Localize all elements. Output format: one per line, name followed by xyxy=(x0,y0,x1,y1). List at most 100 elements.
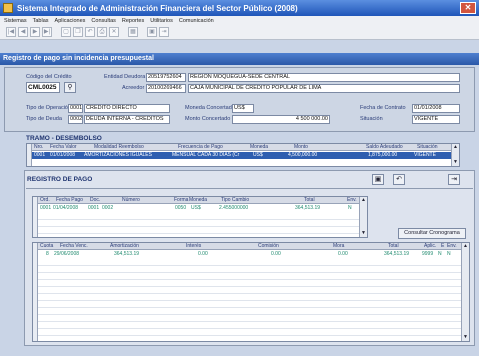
previous-record-button[interactable]: ◀ xyxy=(18,27,28,37)
tramo-col-moneda[interactable]: Moneda xyxy=(250,144,268,151)
delete-icon[interactable]: ✕ xyxy=(109,27,119,37)
situacion-label: Situación xyxy=(360,116,383,122)
pago-grid-header: Ord. Fecha Pago Doc. Número Forma Moneda… xyxy=(38,197,360,204)
tipo-deuda-code-field[interactable]: 0002 xyxy=(68,115,83,124)
cuota-cell-aplic: 9999 xyxy=(422,251,434,257)
tramo-col-monto[interactable]: Monto xyxy=(294,144,308,151)
search-credit-binoculars-icon[interactable]: ⚲ xyxy=(64,82,76,93)
entidad-deudora-name-field[interactable]: REGION MOQUEGUA-SEDE CENTRAL xyxy=(188,73,460,82)
cuota-cell-interes: 0.00 xyxy=(198,251,208,257)
consultar-cronograma-button[interactable]: Consultar Cronograma xyxy=(398,228,466,239)
new-document-icon[interactable]: ▢ xyxy=(61,27,71,37)
cuota-col-mora[interactable]: Mora xyxy=(333,243,344,250)
monto-concertado-field[interactable]: 4 500 000.00 xyxy=(232,115,330,124)
acreedor-label: Acreedor xyxy=(122,85,145,91)
pago-col-ord[interactable]: Ord. xyxy=(40,197,50,204)
undo-icon[interactable]: ↶ xyxy=(85,27,95,37)
menu-reportes[interactable]: Reportes xyxy=(122,18,144,24)
pago-col-moneda[interactable]: Moneda xyxy=(189,197,207,204)
scroll-down-arrow[interactable]: ▼ xyxy=(462,334,469,341)
cuota-col-comision[interactable]: Comisión xyxy=(258,243,279,250)
pago-cell-env: N xyxy=(348,205,352,211)
pago-col-doc[interactable]: Doc. xyxy=(90,197,100,204)
cuota-col-interes[interactable]: Interés xyxy=(186,243,201,250)
tramo-cell-saldo: 1,875,000.00 xyxy=(368,152,398,158)
tramo-col-frecuencia[interactable]: Frecuencia de Pago xyxy=(178,144,223,151)
fecha-contrato-label: Fecha de Contrato xyxy=(360,105,406,111)
scroll-up-arrow[interactable]: ▲ xyxy=(360,197,367,204)
cuota-row[interactable]: 8 29/06/2008 364,513.19 0.00 0.00 0.00 3… xyxy=(38,251,462,258)
exit-payment-icon[interactable]: ⇥ xyxy=(448,174,460,185)
registro-pago-title: REGISTRO DE PAGO xyxy=(27,176,93,183)
undo-payment-icon[interactable]: ↶ xyxy=(393,174,405,185)
cuota-cell-env: N xyxy=(447,251,451,257)
copy-icon[interactable]: ❐ xyxy=(73,27,83,37)
scroll-up-arrow[interactable]: ▲ xyxy=(462,243,469,250)
situacion-field[interactable]: VIGENTE xyxy=(412,115,460,124)
pago-cell-numero: 0002 xyxy=(102,205,114,211)
pago-scrollbar[interactable]: ▲ ▼ xyxy=(359,197,367,237)
tramo-grid-header: Nro. Fecha Valor Modalidad Reembolso Fre… xyxy=(32,144,453,151)
cuota-grid-header: Cuota Fecha Venc. Amortización Interés C… xyxy=(38,243,462,250)
pago-col-total[interactable]: Total xyxy=(304,197,315,204)
tramo-col-fecha-valor[interactable]: Fecha Valor xyxy=(50,144,77,151)
first-record-button[interactable]: |◀ xyxy=(6,27,16,37)
pago-col-forma[interactable]: Forma xyxy=(174,197,188,204)
tipo-operacion-code-field[interactable]: 0001 xyxy=(68,104,83,113)
save-payment-icon[interactable]: ▣ xyxy=(372,174,384,185)
acreedor-ruc-field[interactable]: 20100269466 xyxy=(146,84,186,93)
scroll-up-arrow[interactable]: ▲ xyxy=(452,144,459,151)
menu-bar: Sistemas Tablas Aplicaciones Consultas R… xyxy=(0,16,479,25)
cuota-col-aplic[interactable]: Aplic. xyxy=(424,243,436,250)
tipo-deuda-label: Tipo de Deuda xyxy=(26,116,62,122)
toolbar: |◀ ◀ ▶ ▶| ▢ ❐ ↶ ⎙ ✕ ▦ ▣ ⇥ xyxy=(0,25,479,40)
tramo-col-saldo[interactable]: Saldo Adeudado xyxy=(366,144,403,151)
close-window-button[interactable]: ✕ xyxy=(460,2,476,14)
entidad-deudora-ruc-field[interactable]: 20519752604 xyxy=(146,73,186,82)
form-title: Registro de pago sin incidencia presupue… xyxy=(0,53,479,65)
pago-cell-total: 364,513.19 xyxy=(295,205,321,211)
pago-col-fecha-pago[interactable]: Fecha Pago xyxy=(56,197,83,204)
pago-col-tipo-cambio[interactable]: Tipo Cambio xyxy=(221,197,249,204)
calculator-icon[interactable]: ▦ xyxy=(128,27,138,37)
exit-icon[interactable]: ⇥ xyxy=(159,27,169,37)
menu-tablas[interactable]: Tablas xyxy=(33,18,49,24)
tramo-col-nro[interactable]: Nro. xyxy=(34,144,43,151)
menu-consultas[interactable]: Consultas xyxy=(91,18,115,24)
cuota-col-total[interactable]: Total xyxy=(388,243,399,250)
save-icon[interactable]: ▣ xyxy=(147,27,157,37)
fecha-contrato-field[interactable]: 01/01/2008 xyxy=(412,104,460,113)
scroll-down-arrow[interactable]: ▼ xyxy=(360,230,367,237)
cuota-cell-amortizacion: 364,513.19 xyxy=(114,251,140,257)
cuota-col-cuota[interactable]: Cuota xyxy=(40,243,53,250)
pago-col-env[interactable]: Env. xyxy=(347,197,357,204)
menu-comunicacion[interactable]: Comunicación xyxy=(179,18,214,24)
menu-aplicaciones[interactable]: Aplicaciones xyxy=(55,18,86,24)
tramo-grid: Nro. Fecha Valor Modalidad Reembolso Fre… xyxy=(26,143,460,167)
tramo-row[interactable]: 0001 01/01/2008 AMORTIZACIONES IGUALES M… xyxy=(32,152,453,159)
tramo-cell-nro: 0001 xyxy=(34,152,46,158)
cuota-col-env[interactable]: Env. xyxy=(447,243,457,250)
cuota-cell-total: 364,513.19 xyxy=(384,251,410,257)
menu-sistemas[interactable]: Sistemas xyxy=(4,18,27,24)
codigo-credito-field[interactable]: CML0025 xyxy=(26,82,60,93)
next-record-button[interactable]: ▶ xyxy=(30,27,40,37)
pago-col-numero[interactable]: Número xyxy=(122,197,140,204)
tramo-col-modalidad[interactable]: Modalidad Reembolso xyxy=(94,144,144,151)
pago-row[interactable]: 0001 01/04/2008 0001 0002 0050 US$ 2.455… xyxy=(38,205,360,212)
print-icon[interactable]: ⎙ xyxy=(97,27,107,37)
cuota-col-e[interactable]: E xyxy=(441,243,444,250)
cuota-scrollbar[interactable]: ▲ ▼ xyxy=(461,243,469,341)
cuota-col-fecha-venc[interactable]: Fecha Venc. xyxy=(60,243,88,250)
menu-utilitarios[interactable]: Utilitarios xyxy=(150,18,173,24)
last-record-button[interactable]: ▶| xyxy=(42,27,52,37)
tramo-cell-monto: 4,500,000.00 xyxy=(288,152,318,158)
tramo-scrollbar[interactable]: ▲ ▼ xyxy=(451,144,459,166)
tramo-col-situacion[interactable]: Situación xyxy=(417,144,438,151)
tipo-operacion-name-field[interactable]: CREDITO DIRECTO xyxy=(84,104,170,113)
cuota-col-amortizacion[interactable]: Amortización xyxy=(110,243,139,250)
tipo-deuda-name-field[interactable]: DEUDA INTERNA - CREDITOS xyxy=(84,115,170,124)
scroll-down-arrow[interactable]: ▼ xyxy=(452,159,459,166)
moneda-concertada-field[interactable]: US$ xyxy=(232,104,254,113)
acreedor-name-field[interactable]: CAJA MUNICIPAL DE CREDITO POPULAR DE LIM… xyxy=(188,84,460,93)
